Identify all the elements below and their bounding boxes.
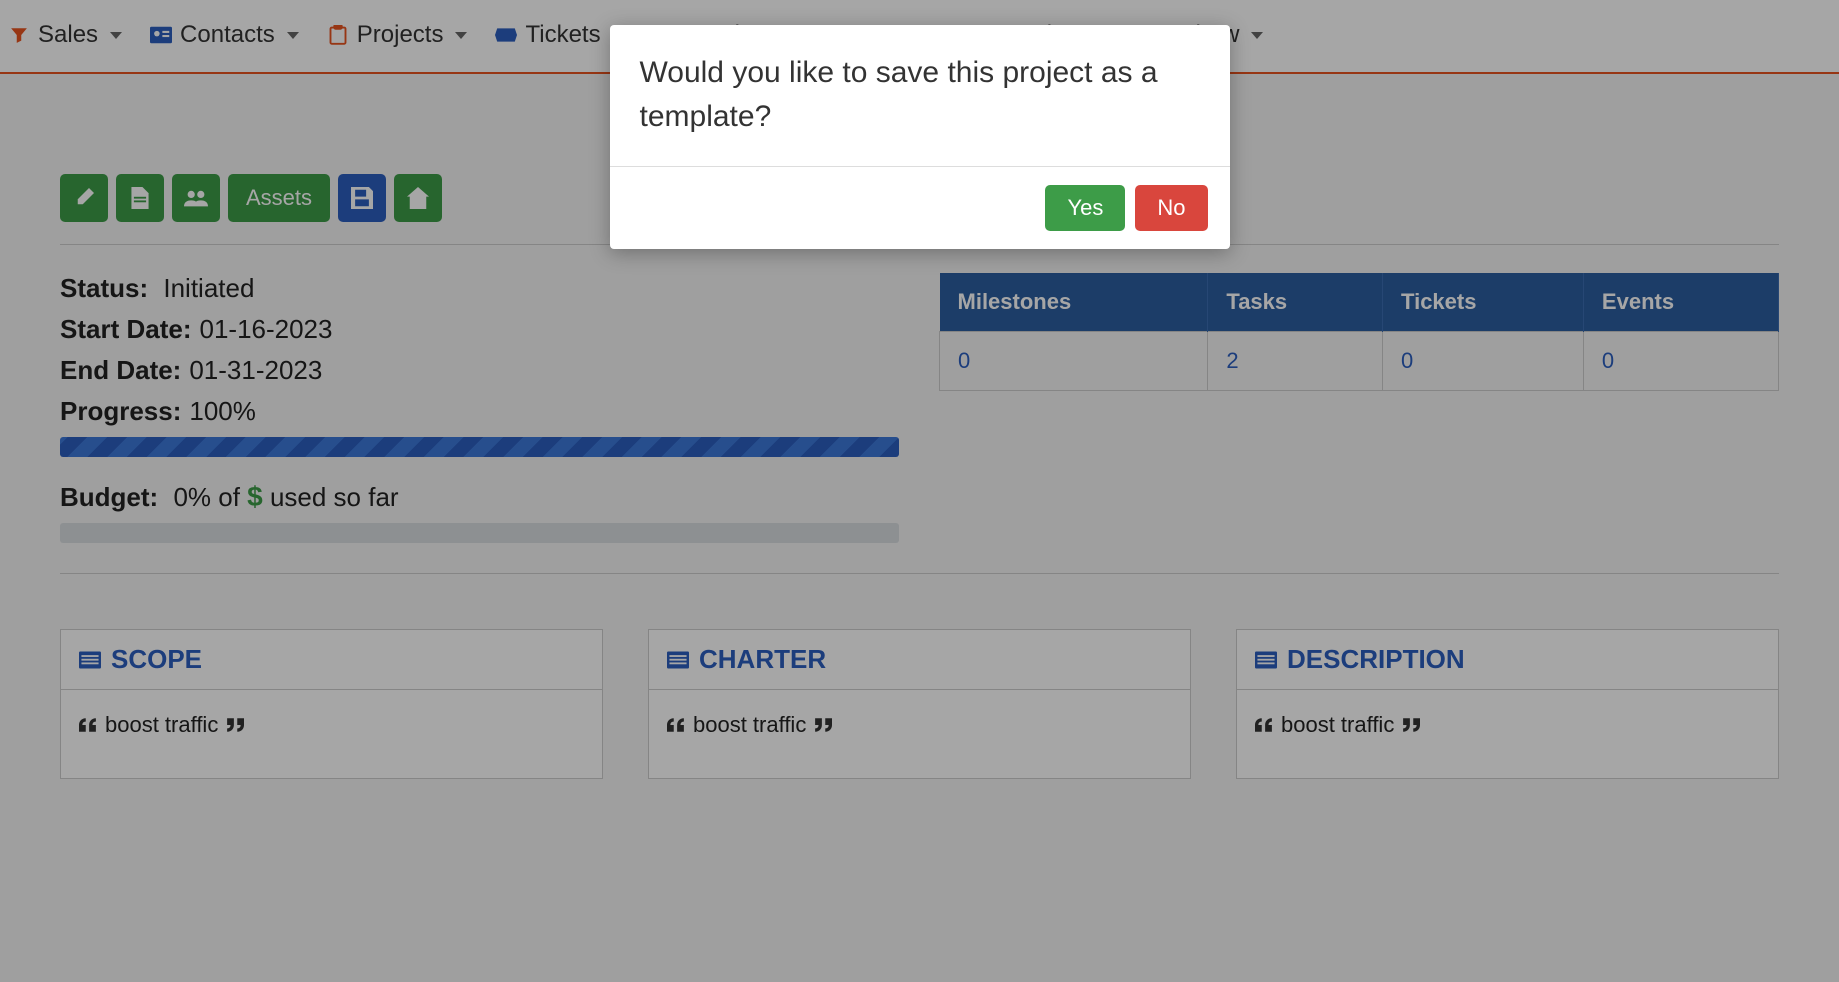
modal-message: Would you like to save this project as a… [610, 25, 1230, 167]
modal-footer: Yes No [610, 167, 1230, 249]
no-button[interactable]: No [1135, 185, 1207, 231]
save-template-modal: Would you like to save this project as a… [610, 25, 1230, 249]
yes-button[interactable]: Yes [1045, 185, 1125, 231]
